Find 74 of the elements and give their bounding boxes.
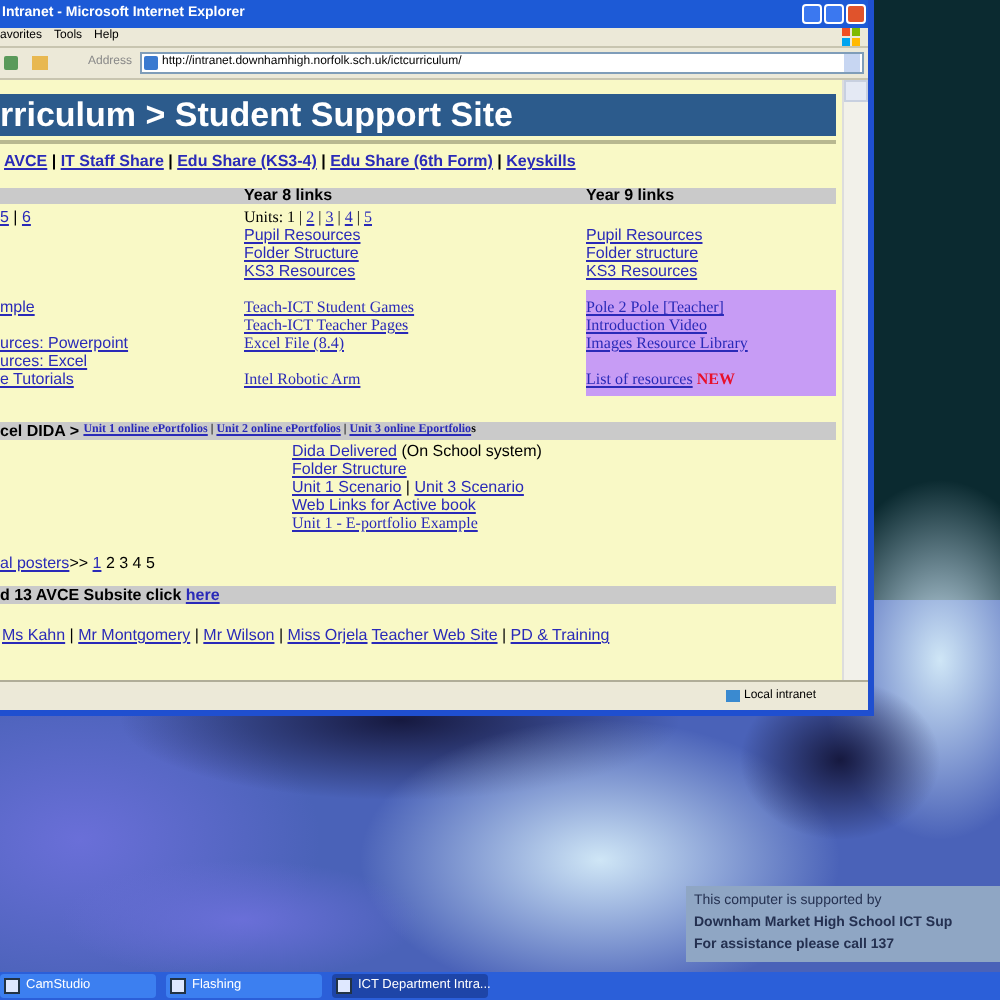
link[interactable]: Pole 2 Pole [Teacher]	[586, 298, 724, 316]
link[interactable]: Edu Share (6th Form)	[330, 152, 493, 170]
link[interactable]: 3	[325, 208, 334, 226]
minimize-button[interactable]	[802, 4, 822, 24]
label-text: |	[192, 626, 201, 644]
label-text: |	[316, 208, 324, 226]
link[interactable]: KS3 Resources	[244, 262, 356, 280]
label-text: (On School system)	[399, 442, 542, 460]
label-text: 2 3 4 5	[103, 554, 155, 572]
link[interactable]: mple	[0, 298, 35, 316]
link[interactable]: 5	[0, 208, 9, 226]
link[interactable]: Web Links for Active book	[292, 496, 476, 514]
link[interactable]: Ms Kahn	[2, 626, 66, 644]
scrollbar[interactable]	[842, 80, 868, 680]
link[interactable]: 1	[92, 554, 102, 572]
link[interactable]: urces: Excel	[0, 352, 88, 370]
link[interactable]: 4	[344, 208, 353, 226]
link[interactable]: Teacher Web Site	[371, 626, 498, 644]
link[interactable]: Folder Structure	[244, 244, 359, 262]
link[interactable]: KS3 Resources	[586, 262, 698, 280]
label-text: |	[499, 626, 509, 644]
close-button[interactable]	[846, 4, 866, 24]
link[interactable]: Images Resource Library	[586, 334, 748, 352]
new-label: NEW	[696, 370, 735, 388]
label-text: |	[276, 626, 286, 644]
link[interactable]: Folder Structure	[292, 460, 407, 478]
link[interactable]: List of resources	[586, 370, 693, 388]
link[interactable]: Pupil Resources	[244, 226, 361, 244]
label-text: |	[335, 208, 343, 226]
link[interactable]: Unit 3 Scenario	[414, 478, 524, 496]
link[interactable]: e Tutorials	[0, 370, 74, 388]
link[interactable]: here	[185, 583, 220, 607]
link[interactable]: Introduction Video	[586, 316, 707, 334]
label-text: d 13 AVCE Subsite click	[0, 583, 184, 607]
link[interactable]: Edu Share (KS3-4)	[177, 152, 317, 170]
link[interactable]: al posters	[0, 554, 70, 572]
link[interactable]: Intel Robotic Arm	[244, 370, 361, 388]
label-text: cel DIDA >	[0, 419, 81, 443]
link[interactable]: Dida Delivered	[292, 442, 397, 460]
link[interactable]: AVCE	[4, 152, 48, 170]
label-text: |	[319, 152, 328, 170]
dropdown-icon[interactable]	[844, 54, 860, 72]
link[interactable]: 5	[364, 208, 372, 226]
label-text: Units: 1 |	[244, 208, 305, 226]
column-heading: Year 8 links	[244, 188, 335, 204]
link[interactable]: Teach-ICT Teacher Pages	[244, 316, 409, 334]
column-heading: Year 9 links	[586, 188, 677, 204]
label-text: |	[166, 152, 175, 170]
site-banner: rriculum > Student Support Site	[0, 94, 836, 136]
label-text: |	[495, 152, 504, 170]
label-text: |	[67, 626, 76, 644]
label-text: |	[354, 208, 362, 226]
link[interactable]: urces: Powerpoint	[0, 334, 129, 352]
link[interactable]: 2	[306, 208, 315, 226]
link[interactable]: Mr Montgomery	[78, 626, 191, 644]
link[interactable]: Miss Orjela	[287, 626, 368, 644]
link[interactable]: Unit 1 Scenario	[292, 478, 402, 496]
link[interactable]: Mr Wilson	[203, 626, 275, 644]
label-text: >>	[69, 554, 91, 572]
link[interactable]: Teach-ICT Student Games	[244, 298, 415, 316]
link[interactable]: PD & Training	[510, 626, 610, 644]
link[interactable]: Pupil Resources	[586, 226, 703, 244]
label-text: |	[403, 478, 413, 496]
windows-logo-icon	[842, 28, 860, 46]
link[interactable]: Excel File (8.4)	[244, 334, 344, 352]
label-text: |	[49, 152, 59, 170]
link[interactable]: Keyskills	[506, 152, 576, 170]
maximize-button[interactable]	[824, 4, 844, 24]
link[interactable]: 6	[21, 208, 31, 226]
scroll-up-button[interactable]	[844, 80, 868, 102]
label-text: |	[11, 208, 20, 226]
link[interactable]: Folder structure	[586, 244, 699, 262]
link[interactable]: IT Staff Share	[60, 152, 164, 170]
link[interactable]: Unit 1 - E-portfolio Example	[292, 514, 478, 532]
